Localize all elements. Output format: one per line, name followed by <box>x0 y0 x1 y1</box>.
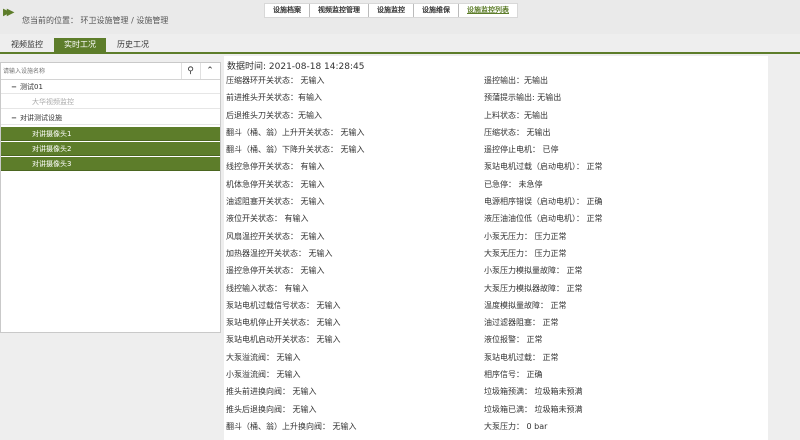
status-item: 推头前进换向阀： 无输入 <box>226 387 317 397</box>
status-item: 垃圾箱预满： 垃圾箱未预满 <box>484 387 583 397</box>
status-item: 相序信号： 正确 <box>484 370 543 380</box>
tree-node-label: 对讲摄像头3 <box>32 160 72 168</box>
status-item: 垃圾箱已满： 垃圾箱未预满 <box>484 404 583 414</box>
status-row: 后退推头刀关状态：无输入 上料状态：无输出 <box>224 107 768 124</box>
status-item: 翻斗（桶、翁）上升换向阀： 无输入 <box>226 421 357 431</box>
status-item: 液压油油位低（启动电机）： 正常 <box>484 214 603 224</box>
status-item: 推头后退换向阀： 无输入 <box>226 404 317 414</box>
status-item: 压缩器环开关状态： 无输入 <box>226 76 325 85</box>
breadcrumb: 您当前的位置： 环卫设施管理 / 设施管理 <box>22 16 169 25</box>
collapse-toggle-icon[interactable]: − <box>9 111 19 125</box>
status-row: 推头前进换向阀： 无输入 垃圾箱预满： 垃圾箱未预满 <box>224 383 768 400</box>
status-item: 大泵溢流阀： 无输入 <box>226 352 301 362</box>
collapse-toggle-icon[interactable]: − <box>9 80 19 94</box>
status-row: 推头后退换向阀： 无输入 垃圾箱已满： 垃圾箱未预满 <box>224 401 768 418</box>
status-item: 小泵无压力： 压力正常 <box>484 231 567 241</box>
search-icon[interactable]: ⚲ <box>181 63 199 79</box>
status-item: 泵站电机过载： 正常 <box>484 352 559 362</box>
tree-node-intercom-camera-2[interactable]: 对讲摄像头2 <box>1 142 220 156</box>
status-row: 小泵溢流阀： 无输入 相序信号： 正确 <box>224 366 768 383</box>
status-item: 大泵无压力： 压力正常 <box>484 248 567 258</box>
tree-node-intercom-camera-3[interactable]: 对讲摄像头3 <box>1 157 220 171</box>
tree-node-dahua-video[interactable]: 大华视频监控 <box>1 95 220 109</box>
status-item: 已急停： 未急停 <box>484 179 543 189</box>
status-item: 后退推头刀关状态：无输入 <box>226 110 322 120</box>
status-item: 加热器温控开关状态： 无输入 <box>226 248 333 258</box>
status-item: 液位开关状态： 有输入 <box>226 214 309 224</box>
status-item: 前进推头开关状态：有输入 <box>226 93 322 103</box>
status-item: 液位报警： 正常 <box>484 335 543 345</box>
status-item: 翻斗（桶、翁）上升开关状态： 无输入 <box>226 127 365 137</box>
status-item: 线控输入状态： 有输入 <box>226 283 309 293</box>
realtime-data-panel: 数据时间: 2021-08-18 14:28:45 压缩器环开关状态： 无输入遥… <box>224 56 768 440</box>
status-item: 温度模拟量故障： 正常 <box>484 300 567 310</box>
status-row: 大泵溢流阀： 无输入 泵站电机过载： 正常 <box>224 349 768 366</box>
status-item: 油滤阻塞开关状态： 无输入 <box>226 197 325 207</box>
tree-node-label: 测试01 <box>20 83 43 91</box>
search-row: ⚲ ⌃ <box>1 63 220 80</box>
facility-search-input[interactable] <box>3 65 177 77</box>
tree-node-test01[interactable]: − 测试01 <box>1 80 220 94</box>
status-item: 小泵溢流阀： 无输入 <box>226 370 301 380</box>
status-row: 压缩器环开关状态： 无输入 遥控输出：无输出 <box>224 72 768 89</box>
status-row: 翻斗（桶、翁）下降升关状态： 无输入 遥控停止电机： 已停 <box>224 141 768 158</box>
status-item: 风扇温控开关状态： 无输入 <box>226 231 325 241</box>
status-item: 遥控输出：无输出 <box>484 76 548 85</box>
status-row: 机体急停开关状态： 无输入 已急停： 未急停 <box>224 176 768 193</box>
tab-video-monitor[interactable]: 视频监控 <box>0 38 54 52</box>
status-item: 泵站电机启动开关状态： 无输入 <box>226 335 341 345</box>
status-item: 大泵压力模拟器故障： 正常 <box>484 283 583 293</box>
nav-video-monitor-management[interactable]: 视频监控管理 <box>310 4 369 17</box>
status-item: 遥控急停开关状态： 无输入 <box>226 266 325 276</box>
status-item: 翻斗（桶、翁）下降升关状态： 无输入 <box>226 145 365 155</box>
chevron-up-icon[interactable]: ⌃ <box>200 63 219 79</box>
status-item: 泵站电机过载（启动电机）： 正常 <box>484 162 603 172</box>
facility-tree-panel: ⚲ ⌃ −测试01 大华视频监控 −对讲测试设施 对讲摄像头1 对讲摄像头2 对… <box>0 62 221 333</box>
status-row: 泵站电机过载信号状态： 无输入 温度模拟量故障： 正常 <box>224 297 768 314</box>
status-item: 油过滤器阻塞： 正常 <box>484 318 559 328</box>
tab-history-status[interactable]: 历史工况 <box>106 38 160 52</box>
nav-facility-archive[interactable]: 设施档案 <box>265 4 310 17</box>
tree-node-intercom-facility[interactable]: − 对讲测试设施 <box>1 111 220 125</box>
status-item: 电源相序错误（启动电机）： 正确 <box>484 197 603 207</box>
status-item: 小泵压力模拟量故障： 正常 <box>484 266 583 276</box>
status-item: 预蒲提示输出: 无输出 <box>484 93 562 103</box>
top-bar: ▶▶ 您当前的位置： 环卫设施管理 / 设施管理 设施档案 视频监控管理 设施监… <box>0 0 800 34</box>
tree-node-label: 对讲测试设施 <box>20 114 62 122</box>
tree-node-intercom-camera-1[interactable]: 对讲摄像头1 <box>1 127 220 141</box>
top-nav: 设施档案 视频监控管理 设施监控 设施维保 设施监控列表 <box>264 3 518 18</box>
status-row: 翻斗（桶、翁）上升换向阀： 无输入 大泵压力： 0 bar <box>224 418 768 435</box>
data-timestamp: 数据时间: 2021-08-18 14:28:45 <box>227 62 365 72</box>
status-item: 压缩状态： 无输出 <box>484 127 551 137</box>
tree-node-label: 对讲摄像头1 <box>32 130 72 138</box>
double-arrow-icon[interactable]: ▶▶ <box>3 7 15 18</box>
status-item: 泵站电机停止开关状态： 无输入 <box>226 318 341 328</box>
status-row: 油滤阻塞开关状态： 无输入 电源相序错误（启动电机）： 正确 <box>224 193 768 210</box>
nav-facility-monitor[interactable]: 设施监控 <box>369 4 414 17</box>
status-item: 线控急停开关状态： 有输入 <box>226 162 325 172</box>
status-row: 线控急停开关状态： 有输入 泵站电机过载（启动电机）： 正常 <box>224 158 768 175</box>
status-row: 风扇温控开关状态： 无输入 小泵无压力： 压力正常 <box>224 228 768 245</box>
status-row: 液位开关状态： 有输入 液压油油位低（启动电机）： 正常 <box>224 210 768 227</box>
nav-facility-maintenance[interactable]: 设施维保 <box>414 4 459 17</box>
status-row: 遥控急停开关状态： 无输入 小泵压力模拟量故障： 正常 <box>224 262 768 279</box>
status-item: 大泵压力： 0 bar <box>484 421 548 431</box>
tree-node-label: 大华视频监控 <box>32 98 74 106</box>
status-item: 遥控停止电机： 已停 <box>484 145 559 155</box>
status-rows: 压缩器环开关状态： 无输入 遥控输出：无输出前进推头开关状态：有输入 预蒲提示输出:… <box>224 72 768 435</box>
status-item: 机体急停开关状态： 无输入 <box>226 179 325 189</box>
tab-bar: 视频监控 实时工况 历史工况 <box>0 38 800 54</box>
status-row: 翻斗（桶、翁）上升开关状态： 无输入 压缩状态： 无输出 <box>224 124 768 141</box>
status-row: 线控输入状态： 有输入 大泵压力模拟器故障： 正常 <box>224 280 768 297</box>
nav-facility-monitor-list[interactable]: 设施监控列表 <box>459 4 517 17</box>
status-item: 泵站电机过载信号状态： 无输入 <box>226 300 341 310</box>
tree-node-label: 对讲摄像头2 <box>32 145 72 153</box>
status-row: 泵站电机停止开关状态： 无输入 油过滤器阻塞： 正常 <box>224 314 768 331</box>
status-row: 泵站电机启动开关状态： 无输入 液位报警： 正常 <box>224 331 768 348</box>
status-item: 上料状态：无输出 <box>484 110 548 120</box>
status-row: 前进推头开关状态：有输入 预蒲提示输出: 无输出 <box>224 89 768 106</box>
tab-realtime-status[interactable]: 实时工况 <box>54 38 106 52</box>
status-row: 加热器温控开关状态： 无输入 大泵无压力： 压力正常 <box>224 245 768 262</box>
